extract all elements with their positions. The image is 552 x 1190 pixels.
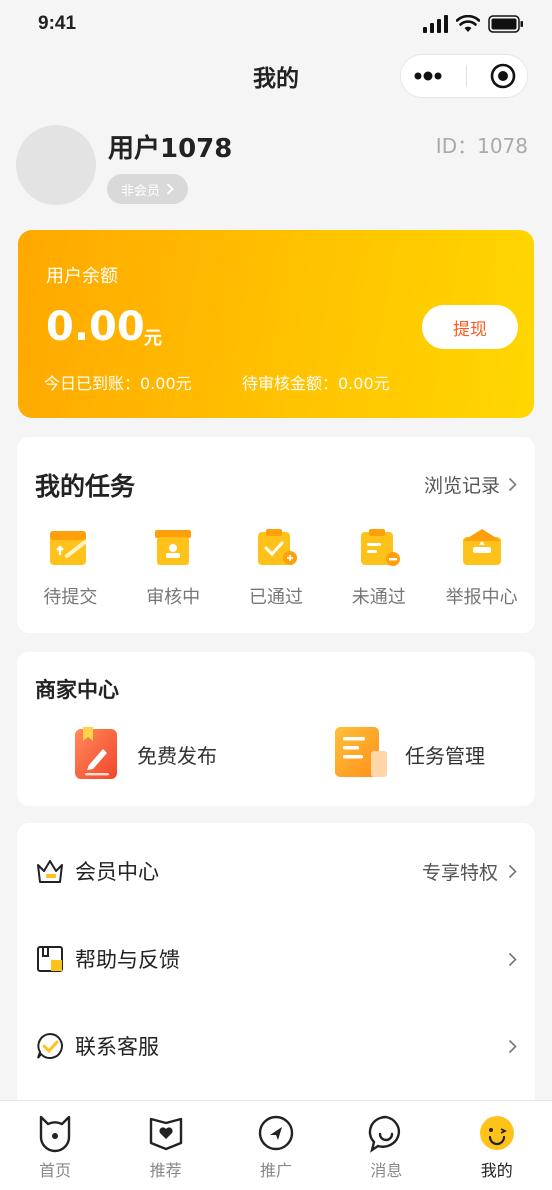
balance-label: 用户余额 [46, 266, 118, 287]
tab-promote[interactable]: 推广 [226, 1101, 326, 1190]
home-cat-icon [39, 1115, 71, 1153]
tab-label: 首页 [39, 1161, 72, 1180]
status-bar: 9:41 [0, 0, 552, 48]
close-target-icon[interactable] [490, 63, 516, 89]
message-icon [369, 1115, 401, 1153]
tab-label: 消息 [370, 1161, 403, 1180]
capsule-divider [465, 65, 467, 87]
profile-section: 用户1078 非会员 ID：1078 [0, 120, 552, 220]
task-item-report-center[interactable]: 举报中心 [432, 525, 532, 609]
tab-recommend[interactable]: 推荐 [116, 1101, 216, 1190]
mini-program-capsule [400, 54, 528, 98]
tab-label: 推广 [259, 1161, 292, 1180]
chevron-right-icon [508, 864, 517, 878]
merchant-title: 商家中心 [35, 678, 119, 702]
task-manage-button[interactable]: 任务管理 [335, 727, 485, 781]
user-id: ID：1078 [435, 134, 528, 158]
tab-message[interactable]: 消息 [336, 1101, 436, 1190]
pending-submit-icon [50, 531, 88, 565]
bottom-tab-bar: 首页 推荐 推广 消息 我的 [0, 1100, 552, 1190]
tab-mine[interactable]: 我的 [447, 1101, 547, 1190]
task-label: 已通过 [248, 587, 303, 608]
tasks-title: 我的任务 [35, 472, 136, 501]
tab-label: 我的 [480, 1161, 513, 1180]
avatar[interactable] [16, 125, 96, 205]
service-icon [37, 1032, 63, 1059]
menu-item-label: 联系客服 [75, 1035, 159, 1059]
help-icon [37, 946, 63, 972]
page-title: 我的 [253, 66, 299, 92]
task-item-pending-submit[interactable]: 待提交 [20, 525, 120, 609]
task-manage-label: 任务管理 [405, 743, 485, 768]
report-center-icon [462, 529, 501, 565]
chevron-right-icon [508, 1039, 517, 1053]
balance-amount: 0.00 [46, 304, 145, 350]
promote-send-icon [258, 1115, 294, 1151]
browse-history-label: 浏览记录 [423, 475, 500, 497]
merchant-center-card: 商家中心 免费发布 任务管理 [17, 652, 535, 806]
crown-icon [37, 860, 63, 883]
reviewing-icon [155, 530, 192, 565]
menu-item-vip-center[interactable]: 会员中心 专享特权 [17, 828, 535, 914]
free-publish-button[interactable]: 免费发布 [75, 727, 217, 781]
task-status-row: 待提交 审核中 已通过 未通过 举报中心 [17, 525, 535, 609]
free-publish-label: 免费发布 [137, 743, 217, 768]
menu-item-contact-service[interactable]: 联系客服 [17, 1003, 535, 1089]
task-label: 未通过 [351, 587, 406, 608]
publish-icon [75, 727, 117, 779]
chevron-right-icon [508, 477, 517, 492]
mine-smile-icon [479, 1116, 514, 1150]
balance-unit: 元 [144, 328, 162, 349]
task-item-rejected[interactable]: 未通过 [329, 525, 429, 609]
task-label: 举报中心 [445, 587, 518, 608]
approved-icon [257, 529, 297, 565]
chevron-right-icon [508, 952, 517, 966]
tab-home[interactable]: 首页 [5, 1101, 105, 1190]
username: 用户1078 [108, 134, 233, 164]
member-status-label: 非会员 [121, 183, 161, 199]
nav-bar: 我的 [0, 48, 552, 104]
task-item-reviewing[interactable]: 审核中 [123, 525, 223, 609]
pending-amount: 待审核金额：0.00元 [242, 374, 390, 393]
signal-icon [423, 15, 448, 33]
wifi-icon [456, 15, 480, 32]
battery-icon [488, 15, 523, 33]
task-manage-icon [335, 727, 387, 777]
tab-label: 推荐 [149, 1161, 182, 1180]
recommend-heart-icon [149, 1117, 182, 1151]
menu-item-help-feedback[interactable]: 帮助与反馈 [17, 916, 535, 1002]
task-label: 审核中 [146, 587, 201, 608]
menu-item-label: 帮助与反馈 [75, 948, 180, 972]
chevron-right-icon [166, 183, 174, 195]
browse-history-link[interactable]: 浏览记录 [424, 471, 517, 498]
menu-item-label: 会员中心 [75, 860, 159, 884]
status-time: 9:41 [38, 13, 77, 34]
withdraw-button[interactable]: 提现 [422, 305, 518, 349]
menu-list-card: 会员中心 专享特权 帮助与反馈 联系客服 [17, 823, 535, 1113]
balance-card: 用户余额 0.00 元 提现 今日已到账：0.00元 待审核金额：0.00元 [18, 230, 534, 418]
vip-privilege-label: 专享特权 [421, 861, 498, 884]
rejected-icon [360, 529, 400, 566]
today-received: 今日已到账：0.00元 [44, 374, 192, 393]
member-status-badge[interactable]: 非会员 [107, 174, 189, 204]
more-icon[interactable] [413, 71, 443, 81]
status-icons [422, 15, 524, 33]
my-tasks-card: 我的任务 浏览记录 待提交 审核中 已通过 未通过 举报中心 [17, 437, 535, 633]
task-label: 待提交 [43, 587, 98, 608]
task-item-approved[interactable]: 已通过 [226, 525, 326, 609]
